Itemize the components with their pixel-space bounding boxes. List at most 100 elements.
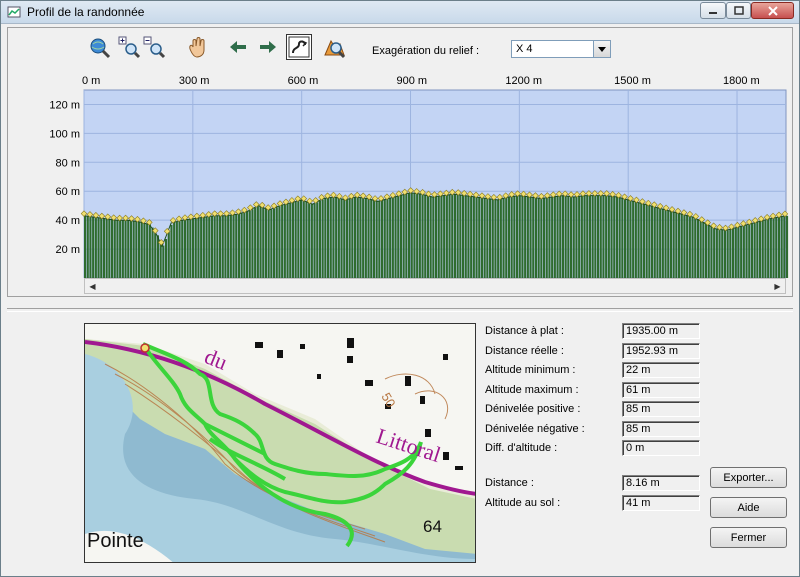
stat-value: 1935.00 m [622, 323, 700, 339]
elevation-bar [618, 197, 621, 278]
elevation-bar [391, 197, 394, 278]
elevation-bar [707, 224, 710, 278]
elevation-bar [713, 227, 716, 278]
x-tick-label: 1500 m [614, 75, 651, 87]
elevation-bar [89, 216, 92, 278]
elevation-bar [726, 230, 729, 278]
elevation-bar [699, 220, 702, 278]
elevation-bar [175, 221, 178, 278]
zoom-out-tool-button[interactable] [141, 34, 167, 60]
elevation-bar [146, 223, 149, 278]
elevation-bar [594, 195, 597, 278]
elevation-bar [416, 193, 419, 278]
elevation-bar [524, 196, 527, 278]
panel-splitter[interactable] [7, 308, 793, 312]
zoom-in-tool-button[interactable] [116, 34, 142, 60]
elevation-bar [734, 228, 737, 278]
chart-scrollbar[interactable]: ◀ ▶ [84, 278, 786, 294]
stat-label: Dénivelée positive : [485, 403, 581, 415]
maximize-button[interactable] [726, 2, 751, 19]
elevation-bar [505, 197, 508, 278]
relief-dropdown[interactable]: X 4 [511, 40, 611, 58]
close-window-button[interactable] [751, 2, 794, 19]
scroll-left-icon[interactable]: ◀ [85, 279, 100, 293]
elevation-bar [669, 210, 672, 278]
export-button[interactable]: Exporter... [710, 467, 787, 488]
elevation-bar [173, 222, 176, 278]
chevron-down-icon[interactable] [593, 41, 610, 57]
zoom-globe-tool-button[interactable] [86, 34, 112, 60]
elevation-bar [556, 196, 559, 278]
elevation-bar [224, 215, 227, 278]
maximize-icon [733, 6, 744, 15]
pan-hand-tool-button[interactable] [184, 34, 210, 60]
elevation-bar [532, 197, 535, 278]
elevation-bar [767, 219, 770, 278]
route-view-icon [288, 36, 310, 58]
help-button[interactable]: Aide [710, 497, 787, 518]
elevation-bar [732, 228, 735, 278]
stat-value: 85 m [622, 421, 700, 437]
elevation-bar [316, 202, 319, 278]
elevation-bar [291, 202, 294, 278]
elevation-bar [459, 194, 462, 278]
elevation-bar [121, 220, 124, 278]
elevation-bar [702, 221, 705, 278]
elevation-bar [502, 198, 505, 278]
elevation-bar [375, 200, 378, 278]
cursor-value: 8.16 m [622, 475, 700, 491]
elevation-bar [183, 219, 186, 278]
elevation-bar [389, 198, 392, 278]
scroll-right-icon[interactable]: ▶ [770, 279, 785, 293]
elevation-bar [402, 194, 405, 278]
elevation-bar [661, 208, 664, 278]
elevation-bar [653, 206, 656, 278]
elevation-bar [761, 220, 764, 278]
elevation-bar [119, 220, 122, 278]
elevation-bar [116, 220, 119, 278]
elevation-bar [162, 245, 165, 278]
elevation-bar [399, 195, 402, 278]
elevation-bar [248, 210, 251, 278]
elevation-bar [526, 196, 529, 278]
elevation-bar [464, 195, 467, 278]
elevation-bar [529, 196, 532, 278]
x-tick-label: 900 m [397, 75, 428, 87]
elevation-bar [240, 213, 243, 278]
hiking-app-icon [7, 6, 21, 18]
elevation-bar [683, 214, 686, 278]
elevation-bar [486, 198, 489, 278]
elevation-bar [300, 200, 303, 278]
minimize-button[interactable] [700, 2, 726, 19]
title-bar[interactable]: Profil de la randonnée [1, 1, 799, 24]
elevation-bar [348, 199, 351, 278]
window-title: Profil de la randonnée [27, 5, 145, 19]
arrow-left-tool-button[interactable] [225, 34, 251, 60]
arrow-right-tool-button[interactable] [255, 34, 281, 60]
elevation-bar [213, 215, 216, 278]
elevation-bar [729, 229, 732, 278]
elevation-bar [129, 220, 132, 278]
elevation-bar [507, 197, 510, 278]
elevation-bar [221, 215, 224, 278]
elevation-bar [138, 221, 141, 278]
close-button[interactable]: Fermer [710, 527, 787, 548]
elevation-bar [667, 210, 670, 278]
elevation-bar [140, 222, 143, 278]
profile-search-tool-button[interactable] [321, 34, 347, 60]
elevation-bar [626, 199, 629, 278]
elevation-bar [599, 195, 602, 278]
elevation-bar [483, 198, 486, 278]
arrow-left-icon [230, 41, 246, 53]
elevation-bar [437, 196, 440, 278]
content-area: Exagération du relief : X 4 0 m 300 m 600 … [7, 27, 793, 573]
route-map[interactable]: du Littoral Pointe 64 50 [84, 323, 476, 563]
route-view-tool-button[interactable] [286, 34, 312, 60]
elevation-bar [491, 199, 494, 278]
elevation-bar [553, 196, 556, 278]
elevation-bar [111, 219, 114, 278]
elevation-bar [640, 203, 643, 278]
elevation-bar [551, 197, 554, 278]
elevation-bar [435, 196, 438, 278]
relief-label: Exagération du relief : [372, 45, 480, 57]
